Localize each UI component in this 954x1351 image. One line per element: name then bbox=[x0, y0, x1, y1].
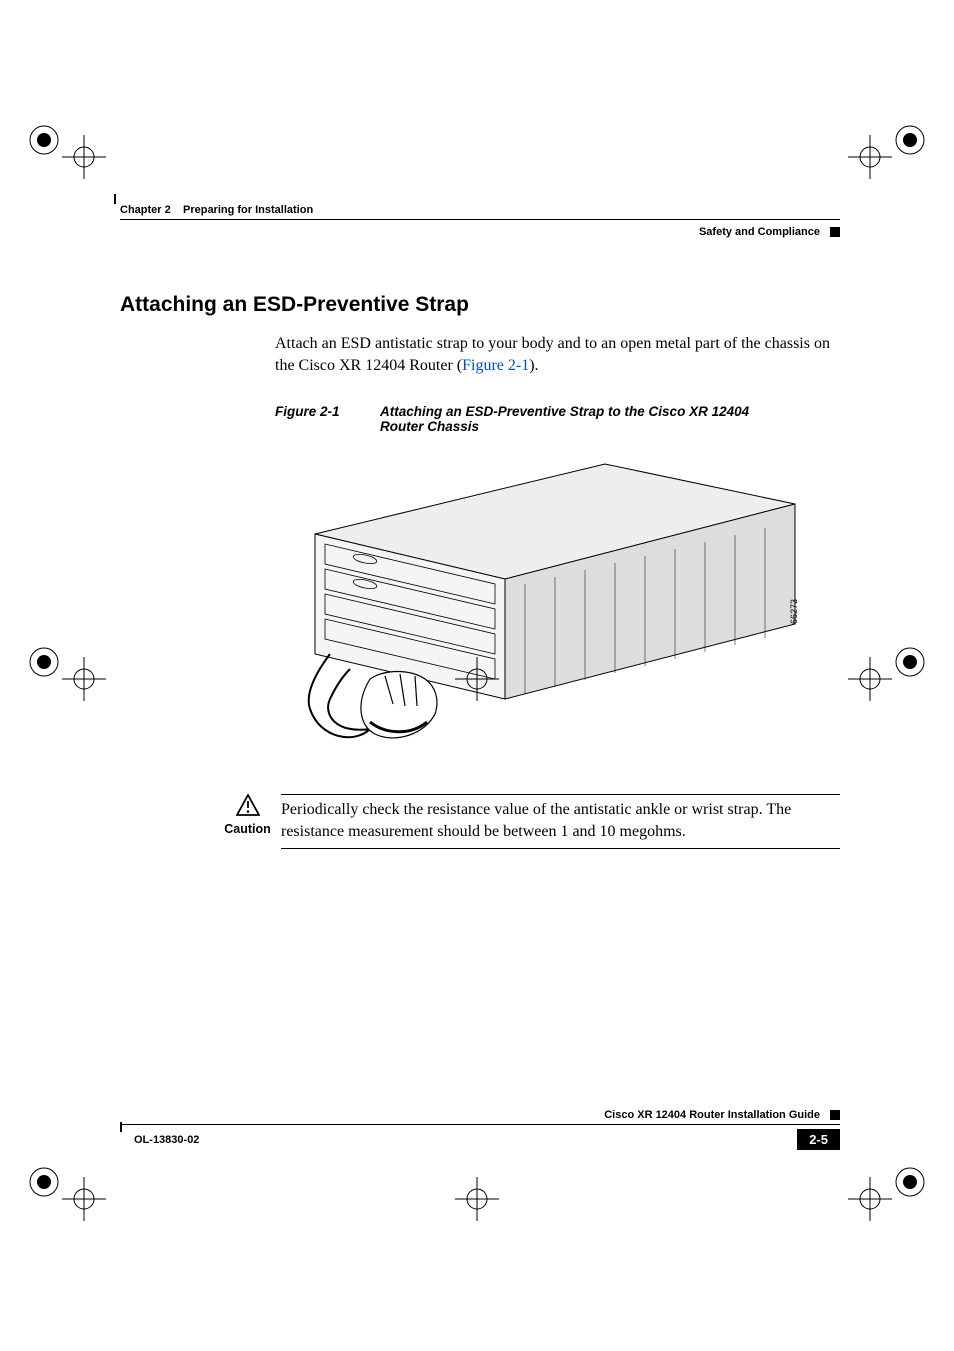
register-mark-icon bbox=[22, 118, 66, 162]
artwork-id-label: 66273 bbox=[789, 599, 799, 624]
register-mark-icon bbox=[888, 640, 932, 684]
running-header: Chapter 2 Preparing for Installation bbox=[120, 200, 840, 220]
caution-icon-column: Caution bbox=[220, 794, 275, 836]
footer-square-marker bbox=[830, 1110, 840, 1120]
register-mark-icon bbox=[888, 1160, 932, 1204]
register-mark-icon bbox=[62, 657, 106, 701]
header-tick-mark bbox=[114, 194, 116, 204]
caution-block: Caution Periodically check the resistanc… bbox=[220, 794, 840, 849]
register-mark-icon bbox=[22, 640, 66, 684]
footer-tick-mark bbox=[120, 1122, 122, 1132]
register-mark-icon bbox=[22, 1160, 66, 1204]
page-footer: Cisco XR 12404 Router Installation Guide… bbox=[120, 1109, 840, 1150]
register-mark-icon bbox=[455, 1177, 499, 1221]
register-mark-icon bbox=[848, 135, 892, 179]
router-esd-strap-illustration: 66273 bbox=[275, 444, 805, 764]
register-mark-icon bbox=[848, 1177, 892, 1221]
register-mark-icon bbox=[848, 657, 892, 701]
register-mark-icon bbox=[62, 135, 106, 179]
caution-triangle-icon bbox=[220, 794, 275, 820]
register-mark-icon bbox=[455, 657, 499, 701]
para-text-pre: Attach an ESD antistatic strap to your b… bbox=[275, 335, 830, 374]
document-id: OL-13830-02 bbox=[134, 1134, 199, 1146]
section-header-label: Safety and Compliance bbox=[699, 226, 820, 238]
caution-text: Periodically check the resistance value … bbox=[281, 799, 840, 842]
header-square-marker bbox=[830, 227, 840, 237]
page-number: 2-5 bbox=[797, 1129, 840, 1150]
figure-title: Attaching an ESD-Preventive Strap to the… bbox=[380, 404, 780, 434]
intro-paragraph: Attach an ESD antistatic strap to your b… bbox=[275, 333, 840, 376]
caution-label: Caution bbox=[220, 822, 275, 836]
para-text-post: ). bbox=[529, 357, 538, 374]
chapter-number: Chapter 2 bbox=[120, 204, 171, 216]
body-paragraph-block: Attach an ESD antistatic strap to your b… bbox=[275, 333, 840, 376]
chapter-label: Chapter 2 Preparing for Installation bbox=[120, 204, 313, 216]
footer-guide-row: Cisco XR 12404 Router Installation Guide bbox=[120, 1109, 840, 1125]
guide-title: Cisco XR 12404 Router Installation Guide bbox=[604, 1109, 820, 1121]
register-mark-icon bbox=[888, 118, 932, 162]
figure-crossref-link[interactable]: Figure 2-1 bbox=[462, 357, 529, 374]
figure-number: Figure 2-1 bbox=[275, 404, 380, 434]
chapter-title: Preparing for Installation bbox=[183, 204, 313, 216]
caution-text-column: Periodically check the resistance value … bbox=[281, 794, 840, 849]
section-heading: Attaching an ESD-Preventive Strap bbox=[120, 293, 840, 317]
figure-caption: Figure 2-1 Attaching an ESD-Preventive S… bbox=[275, 404, 840, 434]
footer-bottom-row: OL-13830-02 2-5 bbox=[120, 1129, 840, 1150]
register-mark-icon bbox=[62, 1177, 106, 1221]
section-header-row: Safety and Compliance bbox=[120, 226, 840, 238]
figure-illustration: 66273 bbox=[275, 444, 805, 764]
